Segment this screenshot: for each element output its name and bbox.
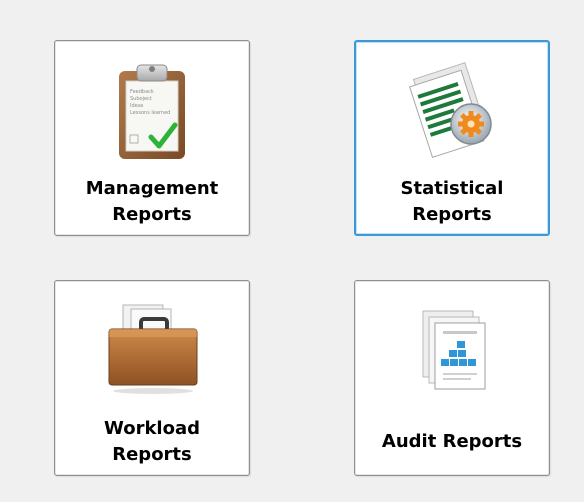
document-chart-icon: [397, 295, 507, 405]
management-reports-label: Management Reports: [85, 178, 219, 225]
workload-reports-tile[interactable]: Workload Reports: [54, 280, 250, 476]
workload-reports-label: Workload Reports: [104, 418, 200, 465]
audit-reports-label: Audit Reports: [381, 431, 523, 452]
clipboard-line-2: Suboject: [130, 96, 152, 102]
clipboard-line-3: Ideas: [130, 103, 144, 109]
statistical-reports-tile[interactable]: Statistical Reports: [354, 40, 550, 236]
management-reports-tile[interactable]: Feedback Suboject Ideas Lessons learned …: [54, 40, 250, 236]
reports-tile-grid: Feedback Suboject Ideas Lessons learned …: [0, 0, 584, 502]
briefcase-icon: [97, 295, 207, 405]
statistical-reports-label: Statistical Reports: [400, 178, 504, 225]
report-pages-gear-icon: [397, 56, 507, 166]
clipboard-line-4: Lessons learned: [130, 110, 170, 116]
clipboard-line-1: Feedback: [130, 89, 154, 95]
audit-reports-tile[interactable]: Audit Reports: [354, 280, 550, 476]
clipboard-checklist-icon: Feedback Suboject Ideas Lessons learned: [97, 55, 207, 165]
